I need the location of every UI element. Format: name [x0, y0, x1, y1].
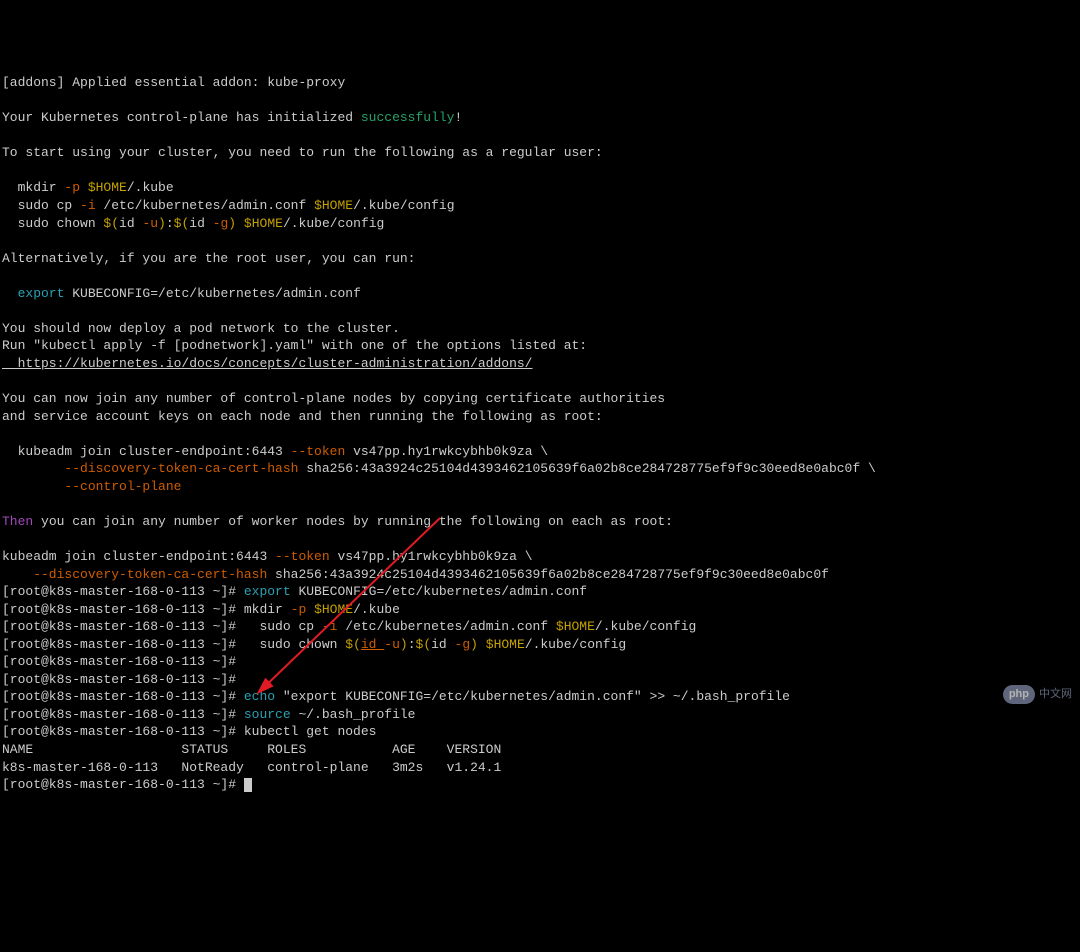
line-export: export KUBECONFIG=/etc/kubernetes/admin.… [2, 286, 361, 301]
line-deploy-link: https://kubernetes.io/docs/concepts/clus… [2, 356, 533, 371]
line-chown: sudo chown $(id -u):$(id -g) $HOME/.kube… [2, 216, 384, 231]
table-header: NAME STATUS ROLES AGE VERSION [2, 742, 501, 757]
prompt-kubectl: [root@k8s-master-168-0-113 ~]# kubectl g… [2, 724, 376, 739]
line-kubeadm-cp: --control-plane [2, 479, 181, 494]
line-cp: sudo cp -i /etc/kubernetes/admin.conf $H… [2, 198, 455, 213]
line-alt: Alternatively, if you are the root user,… [2, 251, 415, 266]
line-join1: You can now join any number of control-p… [2, 391, 665, 406]
cursor-icon [244, 778, 252, 792]
line-init: Your Kubernetes control-plane has initia… [2, 110, 462, 125]
prompt-source: [root@k8s-master-168-0-113 ~]# source ~/… [2, 707, 415, 722]
line-kubeadm-hash: --discovery-token-ca-cert-hash sha256:43… [2, 461, 876, 476]
prompt-active[interactable]: [root@k8s-master-168-0-113 ~]# [2, 777, 252, 792]
prompt-mkdir: [root@k8s-master-168-0-113 ~]# mkdir -p … [2, 602, 400, 617]
prompt-empty1: [root@k8s-master-168-0-113 ~]# [2, 654, 244, 669]
watermark: php 中文网 [1003, 685, 1072, 704]
line-kubeadm-hash2: --discovery-token-ca-cert-hash sha256:43… [2, 567, 829, 582]
line-kubeadm-join: kubeadm join cluster-endpoint:6443 --tok… [2, 444, 548, 459]
prompt-cp: [root@k8s-master-168-0-113 ~]# sudo cp -… [2, 619, 696, 634]
line-addons: [addons] Applied essential addon: kube-p… [2, 75, 345, 90]
line-start: To start using your cluster, you need to… [2, 145, 603, 160]
prompt-export: [root@k8s-master-168-0-113 ~]# export KU… [2, 584, 587, 599]
line-mkdir: mkdir -p $HOME/.kube [2, 180, 174, 195]
table-row: k8s-master-168-0-113 NotReady control-pl… [2, 760, 501, 775]
terminal-output[interactable]: [addons] Applied essential addon: kube-p… [2, 74, 1078, 793]
line-deploy2: Run "kubectl apply -f [podnetwork].yaml"… [2, 338, 587, 353]
line-join2: and service account keys on each node an… [2, 409, 603, 424]
line-deploy1: You should now deploy a pod network to t… [2, 321, 400, 336]
line-then: Then you can join any number of worker n… [2, 514, 673, 529]
line-kubeadm-join2: kubeadm join cluster-endpoint:6443 --tok… [2, 549, 533, 564]
watermark-logo-icon: php [1003, 685, 1035, 704]
prompt-chown: [root@k8s-master-168-0-113 ~]# sudo chow… [2, 637, 626, 652]
prompt-echo: [root@k8s-master-168-0-113 ~]# echo "exp… [2, 689, 790, 704]
prompt-empty2: [root@k8s-master-168-0-113 ~]# [2, 672, 244, 687]
watermark-text: 中文网 [1039, 687, 1072, 702]
